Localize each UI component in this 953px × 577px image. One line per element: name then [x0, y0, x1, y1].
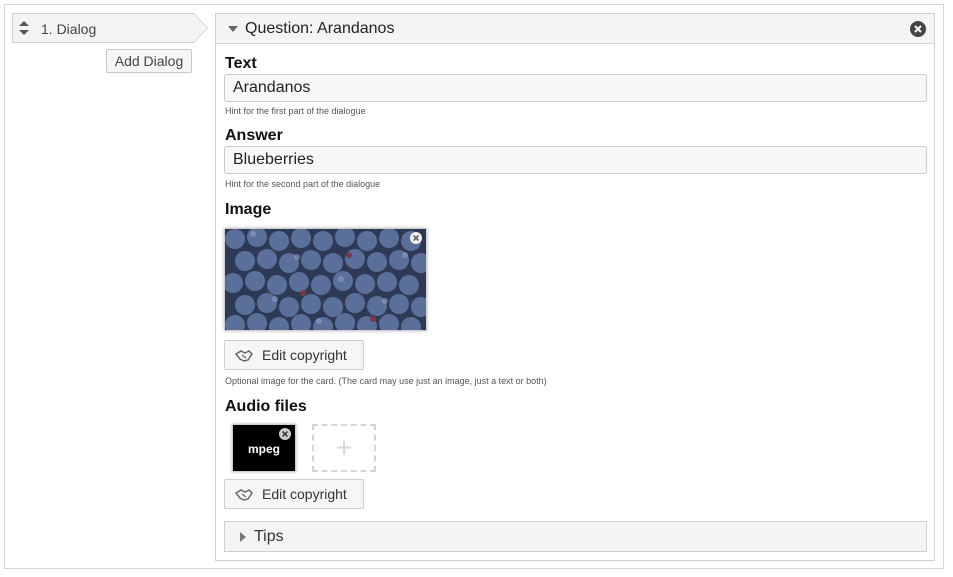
image-label: Image — [225, 201, 272, 218]
audio-edit-copyright-label: Edit copyright — [262, 486, 347, 502]
tips-section[interactable]: Tips — [224, 521, 927, 552]
question-title: Question: Arandanos — [245, 20, 395, 37]
handshake-icon — [235, 489, 253, 501]
tips-label: Tips — [254, 528, 284, 545]
handshake-icon — [235, 350, 253, 362]
add-audio-button[interactable]: + — [312, 424, 376, 472]
text-input[interactable] — [224, 74, 927, 102]
text-label: Text — [225, 55, 257, 72]
image-thumbnail[interactable] — [224, 228, 427, 331]
expand-caret-icon — [240, 532, 246, 542]
text-hint: Hint for the first part of the dialogue — [225, 106, 366, 116]
sidebar-item-dialog[interactable]: 1. Dialog — [12, 13, 208, 43]
question-panel: Question: Arandanos Text Hint for the fi… — [215, 13, 935, 561]
question-header[interactable]: Question: Arandanos — [216, 14, 934, 44]
audio-label: Audio files — [225, 398, 307, 415]
sidebar-item-label: 1. Dialog — [41, 21, 97, 37]
audio-file-tile[interactable]: mpeg — [232, 424, 296, 472]
blueberries-image — [225, 229, 426, 330]
image-hint: Optional image for the card. (The card m… — [225, 376, 547, 386]
remove-image-icon[interactable] — [410, 232, 422, 244]
image-edit-copyright-label: Edit copyright — [262, 347, 347, 363]
image-edit-copyright-button[interactable]: Edit copyright — [224, 340, 364, 370]
answer-label: Answer — [225, 127, 283, 144]
sort-icon[interactable] — [19, 21, 29, 35]
remove-icon[interactable] — [910, 21, 926, 37]
audio-file-label: mpeg — [247, 442, 280, 456]
answer-hint: Hint for the second part of the dialogue — [225, 179, 381, 189]
plus-icon: + — [335, 432, 353, 463]
collapse-icon[interactable] — [228, 26, 238, 32]
answer-input[interactable] — [224, 146, 927, 174]
audio-edit-copyright-button[interactable]: Edit copyright — [224, 479, 364, 509]
remove-audio-icon[interactable] — [279, 428, 291, 440]
add-dialog-button[interactable]: Add Dialog — [106, 49, 192, 73]
